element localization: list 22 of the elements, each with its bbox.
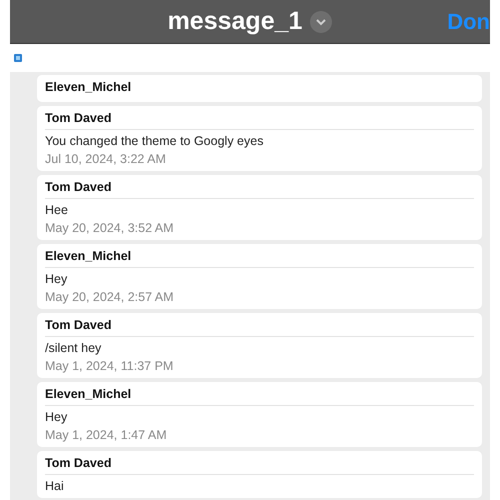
sender-name: Tom Daved: [45, 455, 112, 472]
message-text: You changed the theme to Googly eyes: [45, 133, 264, 149]
message-text: Hee: [45, 202, 69, 218]
sender-name: Tom Daved: [45, 317, 112, 334]
done-link[interactable]: Don: [447, 5, 490, 38]
chat-title: message_1: [168, 6, 302, 37]
sender-name: Eleven_Michel: [45, 386, 132, 403]
sender-name: Tom Daved: [45, 110, 112, 127]
message-time: May 1, 2024, 1:47 AM: [45, 427, 168, 443]
message-time: May 20, 2024, 2:57 AM: [45, 289, 175, 305]
sender-name: Tom Daved: [45, 179, 112, 196]
chevron-down-icon[interactable]: [310, 10, 332, 32]
sender-name: Eleven_Michel: [45, 79, 132, 96]
app-icon: [14, 54, 22, 62]
message-text: Hai: [45, 478, 65, 494]
message-time: May 20, 2024, 3:52 AM: [45, 220, 175, 236]
message-time: Jul 10, 2024, 3:22 AM: [45, 151, 167, 167]
message-text: Hey: [45, 409, 68, 425]
sender-name: Eleven_Michel: [45, 248, 132, 265]
message-text: Hey: [45, 271, 68, 287]
message-text: /silent hey: [45, 340, 102, 356]
message-time: May 1, 2024, 11:37 PM: [45, 358, 174, 374]
